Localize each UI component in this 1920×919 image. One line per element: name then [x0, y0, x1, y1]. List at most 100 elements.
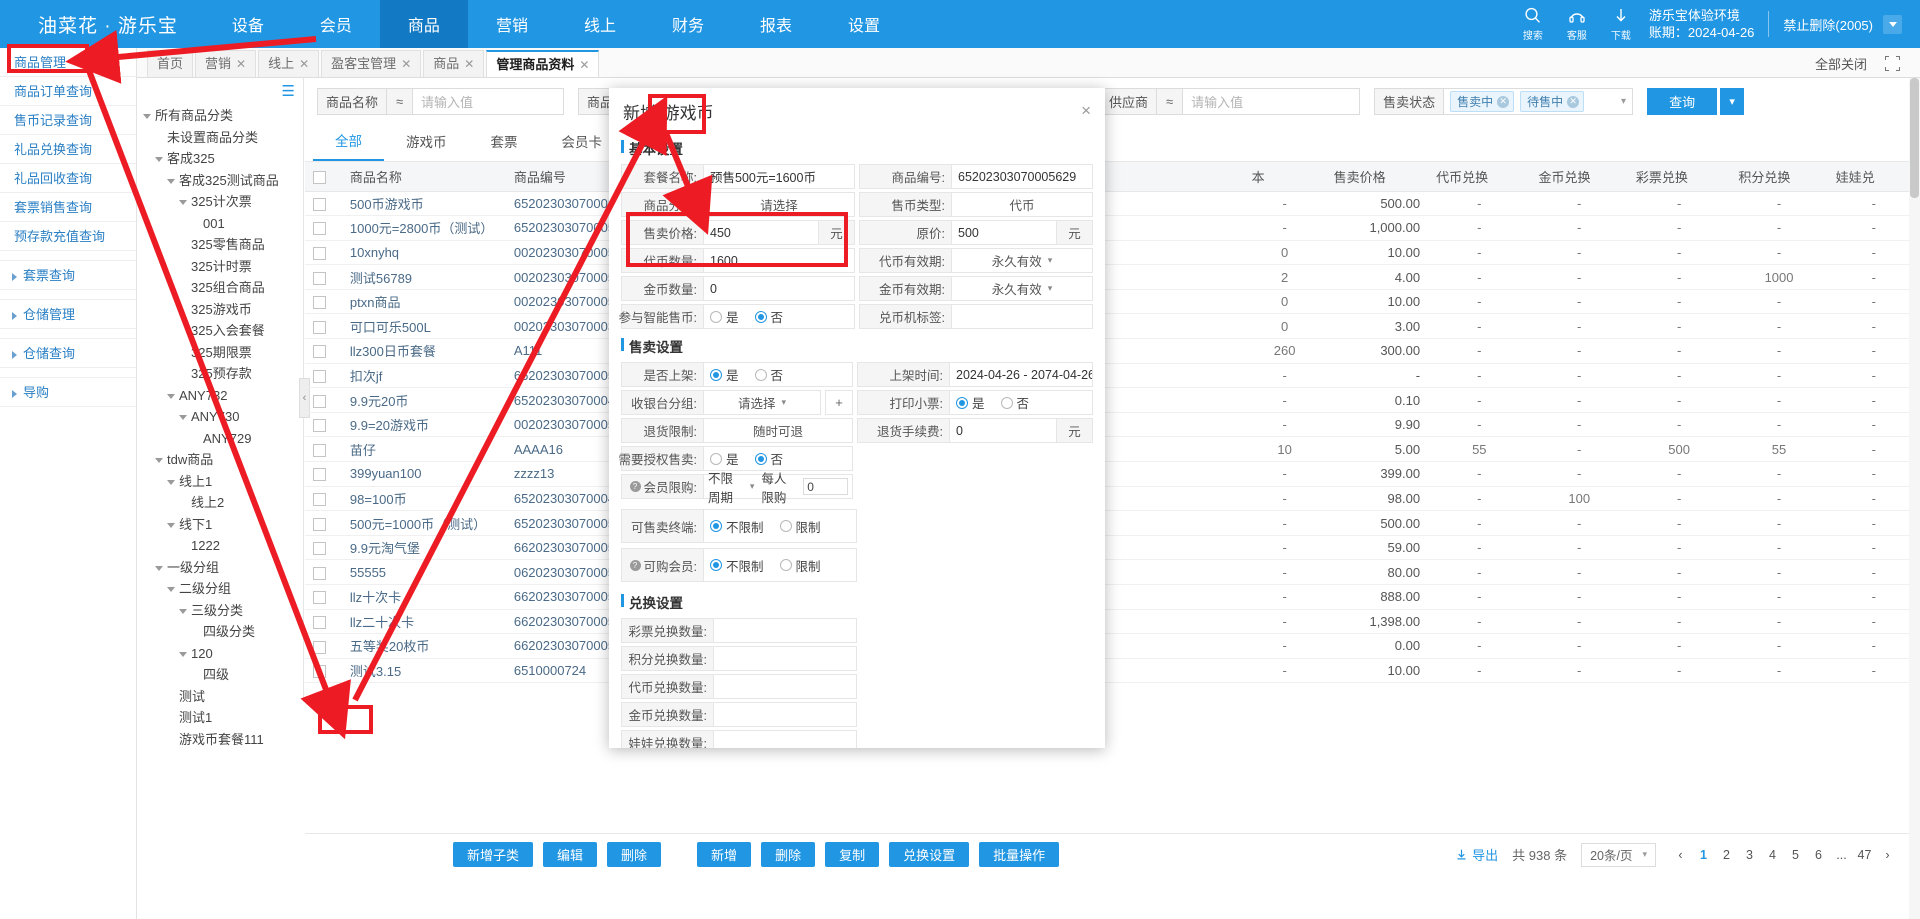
- chevron-down-icon[interactable]: ▾: [1621, 96, 1626, 107]
- page-47[interactable]: 47: [1854, 844, 1875, 865]
- close-all-tabs-button[interactable]: 全部关闭: [1815, 54, 1867, 73]
- add-product-button[interactable]: 新增: [697, 842, 752, 867]
- checkbox[interactable]: [313, 197, 326, 211]
- checkbox[interactable]: [313, 615, 326, 629]
- chevron-down-icon[interactable]: ▾: [750, 481, 755, 492]
- chevron-down-icon[interactable]: ▾: [1048, 283, 1053, 294]
- nav-item-reports[interactable]: 报表: [732, 0, 820, 48]
- list-view-icon[interactable]: ☰: [282, 82, 295, 100]
- checkbox[interactable]: [313, 517, 326, 531]
- ptab-game-coin[interactable]: 游戏币: [384, 124, 469, 160]
- checkbox[interactable]: [313, 271, 326, 285]
- radio-icon-selected[interactable]: [956, 396, 968, 409]
- checkbox[interactable]: [313, 247, 326, 261]
- table-row[interactable]: 55555 0620230307000558-80.00- - - - -: [305, 559, 1920, 585]
- radio-smart-no[interactable]: 否: [754, 307, 783, 326]
- field-original-price-input[interactable]: 500: [951, 220, 1057, 245]
- field-listing-time-input[interactable]: 2024-04-26 - 2074-04-26: [949, 362, 1093, 387]
- nav-item-finance[interactable]: 财务: [644, 0, 732, 48]
- table-row[interactable]: 98=100币 6520230307000450-98.00-100- - -: [305, 486, 1920, 512]
- triangle-down-icon[interactable]: [179, 608, 187, 614]
- radio-member-unlimited[interactable]: 不限制: [710, 556, 764, 575]
- radio-icon-selected[interactable]: [710, 368, 722, 381]
- tree-node[interactable]: 325预存款: [137, 363, 303, 385]
- row-checkbox[interactable]: [305, 412, 342, 438]
- tab-product[interactable]: 商品 ✕: [423, 50, 485, 77]
- table-row[interactable]: 9.9元20币 6520230307000457-0.10- - - - -: [305, 387, 1920, 413]
- row-checkbox[interactable]: [305, 535, 342, 561]
- close-icon[interactable]: ✕: [1567, 95, 1580, 108]
- table-row[interactable]: 测试56789 0020230307000542 2 4.00- - -1000-: [305, 264, 1920, 290]
- vertical-scrollbar[interactable]: [1909, 78, 1920, 919]
- tree-node[interactable]: 325期限票: [137, 342, 303, 364]
- radio-listed-yes[interactable]: 是: [710, 365, 739, 384]
- field-coin-sale-type-select[interactable]: 代币: [951, 192, 1093, 217]
- tree-node[interactable]: 120: [137, 643, 303, 665]
- checkbox[interactable]: [313, 369, 326, 383]
- triangle-down-icon[interactable]: [179, 200, 187, 206]
- tree-node[interactable]: ANY732: [137, 385, 303, 407]
- row-checkbox[interactable]: [305, 264, 342, 290]
- sidebar-item-package-sales[interactable]: 套票销售查询: [0, 193, 136, 222]
- sidebar-item-gift-recycle[interactable]: 礼品回收查询: [0, 164, 136, 193]
- checkbox[interactable]: [313, 419, 326, 433]
- nav-item-members[interactable]: 会员: [292, 0, 380, 48]
- row-checkbox[interactable]: [305, 387, 342, 413]
- nav-item-settings[interactable]: 设置: [820, 0, 908, 48]
- page-3[interactable]: 3: [1739, 844, 1760, 865]
- field-member-purchase-limit-controls[interactable]: 不限周期 ▾ 每人限购 0: [703, 472, 853, 505]
- row-checkbox[interactable]: [305, 486, 342, 512]
- page-4[interactable]: 4: [1762, 844, 1783, 865]
- sidebar-item-package-query[interactable]: 套票查询: [0, 261, 136, 290]
- row-checkbox[interactable]: [305, 313, 342, 340]
- page-next[interactable]: ›: [1877, 844, 1898, 865]
- tree-node[interactable]: 325入会套餐: [137, 320, 303, 342]
- table-row[interactable]: 399yuan100 zzzz13-399.00- - - - -: [305, 461, 1920, 487]
- page-1[interactable]: 1: [1693, 844, 1714, 865]
- download-icon[interactable]: 下载: [1599, 6, 1643, 42]
- row-checkbox[interactable]: [305, 338, 342, 364]
- tab-online[interactable]: 线上 ✕: [258, 50, 320, 77]
- field-doll-exchange-qty-input[interactable]: [713, 730, 857, 748]
- field-cashier-group-select[interactable]: 请选择 ▾: [703, 390, 821, 415]
- field-token-exchange-qty-input[interactable]: [713, 674, 857, 699]
- field-print-receipt-radios[interactable]: 是 否: [949, 390, 1093, 415]
- edit-category-button[interactable]: 编辑: [543, 842, 598, 867]
- batch-operation-button[interactable]: 批量操作: [979, 842, 1060, 867]
- filter-expand-button[interactable]: ▾: [1720, 88, 1745, 115]
- tab-marketing[interactable]: 营销 ✕: [195, 50, 257, 77]
- tree-node[interactable]: 325零售商品: [137, 234, 303, 256]
- sidebar-item-guide[interactable]: 导购: [0, 378, 136, 407]
- nav-item-marketing[interactable]: 营销: [468, 0, 556, 48]
- radio-print-yes[interactable]: 是: [956, 393, 985, 412]
- triangle-down-icon[interactable]: [143, 114, 151, 120]
- radio-icon[interactable]: [710, 452, 722, 465]
- field-coin-machine-tag-input[interactable]: [951, 304, 1093, 329]
- row-checkbox[interactable]: [305, 609, 342, 635]
- sidebar-item-prepaid-recharge[interactable]: 预存款充值查询: [0, 222, 136, 251]
- tree-node[interactable]: 四级: [137, 664, 303, 686]
- checkbox[interactable]: [313, 170, 326, 184]
- exchange-settings-button[interactable]: 兑换设置: [889, 842, 970, 867]
- tree-node[interactable]: ANY729: [137, 428, 303, 450]
- tree-node[interactable]: 线上1: [137, 471, 303, 493]
- table-row[interactable]: llz二十次卡 6620230307000537-1,398.00- - - - -: [305, 609, 1920, 635]
- radio-smart-yes[interactable]: 是: [710, 307, 739, 326]
- checkbox[interactable]: [313, 320, 326, 334]
- field-token-validity-select[interactable]: 永久有效 ▾: [951, 248, 1093, 273]
- close-icon[interactable]: ✕: [464, 57, 474, 71]
- triangle-down-icon[interactable]: [167, 587, 175, 593]
- table-row[interactable]: 9.9=20游戏币 0020230307000554-9.90- - - - -: [305, 412, 1920, 438]
- tree-node[interactable]: 325计次票: [137, 191, 303, 213]
- close-icon[interactable]: ✕: [1497, 95, 1510, 108]
- radio-icon-selected[interactable]: [754, 310, 767, 323]
- triangle-down-icon[interactable]: [167, 178, 175, 184]
- field-gold-validity-select[interactable]: 永久有效 ▾: [951, 276, 1093, 301]
- tree-node[interactable]: 325游戏币: [137, 299, 303, 321]
- radio-icon[interactable]: [779, 520, 792, 532]
- tree-node[interactable]: 1222: [137, 535, 303, 557]
- radio-terminal-limited[interactable]: 限制: [779, 517, 821, 536]
- page-prev[interactable]: ‹: [1670, 844, 1691, 865]
- row-checkbox[interactable]: [305, 289, 342, 315]
- tree-node[interactable]: 三级分类: [137, 600, 303, 622]
